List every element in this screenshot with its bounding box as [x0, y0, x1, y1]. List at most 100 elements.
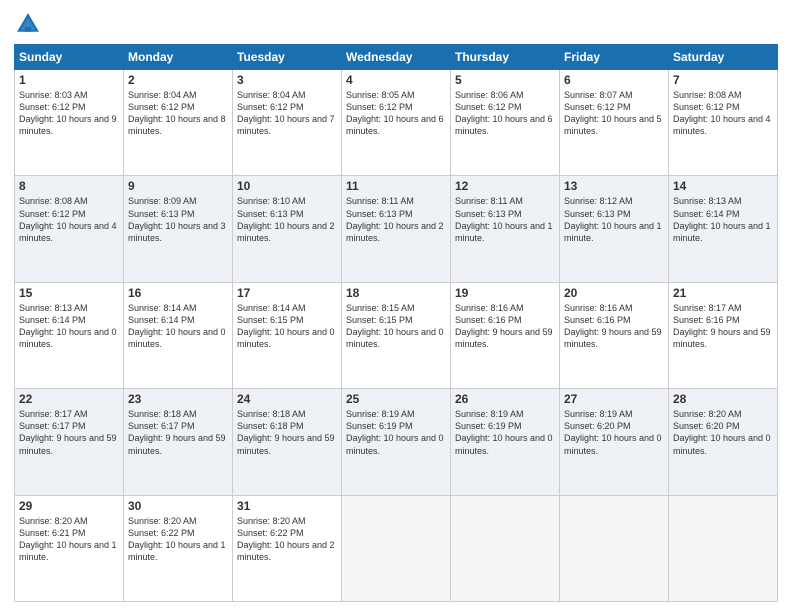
day-info: Sunrise: 8:18 AMSunset: 6:18 PMDaylight:…: [237, 408, 337, 457]
day-info: Sunrise: 8:13 AMSunset: 6:14 PMDaylight:…: [19, 302, 119, 351]
day-number: 24: [237, 392, 337, 406]
day-info: Sunrise: 8:07 AMSunset: 6:12 PMDaylight:…: [564, 89, 664, 138]
calendar-week-row: 8 Sunrise: 8:08 AMSunset: 6:12 PMDaylight…: [15, 176, 778, 282]
calendar-day-cell: [560, 495, 669, 601]
calendar-day-cell: 13Sunrise: 8:12 AMSunset: 6:13 PMDayligh…: [560, 176, 669, 282]
day-info: Sunrise: 8:15 AMSunset: 6:15 PMDaylight:…: [346, 302, 446, 351]
calendar-week-row: 29 Sunrise: 8:20 AMSunset: 6:21 PMDayligh…: [15, 495, 778, 601]
calendar-day-cell: 28Sunrise: 8:20 AMSunset: 6:20 PMDayligh…: [669, 389, 778, 495]
day-number: 15: [19, 286, 119, 300]
calendar-day-cell: 1 Sunrise: 8:03 AMSunset: 6:12 PMDaylight…: [15, 70, 124, 176]
calendar-day-cell: 29 Sunrise: 8:20 AMSunset: 6:21 PMDayligh…: [15, 495, 124, 601]
calendar-day-cell: 26 Sunrise: 8:19 AMSunset: 6:19 PMDayligh…: [451, 389, 560, 495]
day-info: Sunrise: 8:20 AMSunset: 6:20 PMDaylight:…: [673, 408, 773, 457]
calendar-day-cell: 12 Sunrise: 8:11 AMSunset: 6:13 PMDayligh…: [451, 176, 560, 282]
calendar-day-cell: 6 Sunrise: 8:07 AMSunset: 6:12 PMDaylight…: [560, 70, 669, 176]
day-info: Sunrise: 8:04 AMSunset: 6:12 PMDaylight:…: [237, 89, 337, 138]
day-info: Sunrise: 8:18 AMSunset: 6:17 PMDaylight:…: [128, 408, 228, 457]
day-of-week-header: Thursday: [451, 45, 560, 70]
calendar-week-row: 22 Sunrise: 8:17 AMSunset: 6:17 PMDayligh…: [15, 389, 778, 495]
day-number: 30: [128, 499, 228, 513]
day-of-week-header: Saturday: [669, 45, 778, 70]
calendar-day-cell: 14 Sunrise: 8:13 AMSunset: 6:14 PMDayligh…: [669, 176, 778, 282]
calendar-day-cell: 22 Sunrise: 8:17 AMSunset: 6:17 PMDayligh…: [15, 389, 124, 495]
calendar-day-cell: 31 Sunrise: 8:20 AMSunset: 6:22 PMDayligh…: [233, 495, 342, 601]
day-info: Sunrise: 8:11 AMSunset: 6:13 PMDaylight:…: [455, 195, 555, 244]
calendar-day-cell: 3 Sunrise: 8:04 AMSunset: 6:12 PMDaylight…: [233, 70, 342, 176]
day-info: Sunrise: 8:16 AMSunset: 6:16 PMDaylight:…: [564, 302, 664, 351]
day-info: Sunrise: 8:20 AMSunset: 6:22 PMDaylight:…: [128, 515, 228, 564]
day-number: 4: [346, 73, 446, 87]
day-number: 16: [128, 286, 228, 300]
day-info: Sunrise: 8:20 AMSunset: 6:21 PMDaylight:…: [19, 515, 119, 564]
day-info: Sunrise: 8:05 AMSunset: 6:12 PMDaylight:…: [346, 89, 446, 138]
day-number: 14: [673, 179, 773, 193]
day-info: Sunrise: 8:08 AMSunset: 6:12 PMDaylight:…: [19, 195, 119, 244]
day-number: 22: [19, 392, 119, 406]
day-number: 12: [455, 179, 555, 193]
calendar-day-cell: 23Sunrise: 8:18 AMSunset: 6:17 PMDayligh…: [124, 389, 233, 495]
day-number: 2: [128, 73, 228, 87]
calendar-day-cell: 17 Sunrise: 8:14 AMSunset: 6:15 PMDayligh…: [233, 282, 342, 388]
calendar: SundayMondayTuesdayWednesdayThursdayFrid…: [14, 44, 778, 602]
day-number: 11: [346, 179, 446, 193]
day-number: 7: [673, 73, 773, 87]
day-number: 6: [564, 73, 664, 87]
calendar-week-row: 15 Sunrise: 8:13 AMSunset: 6:14 PMDayligh…: [15, 282, 778, 388]
calendar-day-cell: [669, 495, 778, 601]
calendar-day-cell: 5 Sunrise: 8:06 AMSunset: 6:12 PMDaylight…: [451, 70, 560, 176]
calendar-week-row: 1 Sunrise: 8:03 AMSunset: 6:12 PMDaylight…: [15, 70, 778, 176]
day-number: 20: [564, 286, 664, 300]
day-info: Sunrise: 8:14 AMSunset: 6:15 PMDaylight:…: [237, 302, 337, 351]
day-number: 29: [19, 499, 119, 513]
day-number: 17: [237, 286, 337, 300]
day-info: Sunrise: 8:19 AMSunset: 6:19 PMDaylight:…: [346, 408, 446, 457]
day-info: Sunrise: 8:17 AMSunset: 6:16 PMDaylight:…: [673, 302, 773, 351]
day-number: 9: [128, 179, 228, 193]
calendar-day-cell: 19Sunrise: 8:16 AMSunset: 6:16 PMDayligh…: [451, 282, 560, 388]
calendar-day-cell: 21Sunrise: 8:17 AMSunset: 6:16 PMDayligh…: [669, 282, 778, 388]
day-info: Sunrise: 8:16 AMSunset: 6:16 PMDaylight:…: [455, 302, 555, 351]
calendar-day-cell: [451, 495, 560, 601]
day-number: 1: [19, 73, 119, 87]
day-info: Sunrise: 8:20 AMSunset: 6:22 PMDaylight:…: [237, 515, 337, 564]
day-of-week-header: Friday: [560, 45, 669, 70]
calendar-day-cell: [342, 495, 451, 601]
day-info: Sunrise: 8:19 AMSunset: 6:19 PMDaylight:…: [455, 408, 555, 457]
calendar-day-cell: 18Sunrise: 8:15 AMSunset: 6:15 PMDayligh…: [342, 282, 451, 388]
calendar-day-cell: 8 Sunrise: 8:08 AMSunset: 6:12 PMDaylight…: [15, 176, 124, 282]
day-number: 3: [237, 73, 337, 87]
day-info: Sunrise: 8:09 AMSunset: 6:13 PMDaylight:…: [128, 195, 228, 244]
calendar-day-cell: 11Sunrise: 8:11 AMSunset: 6:13 PMDayligh…: [342, 176, 451, 282]
day-number: 31: [237, 499, 337, 513]
day-number: 26: [455, 392, 555, 406]
day-number: 5: [455, 73, 555, 87]
day-info: Sunrise: 8:06 AMSunset: 6:12 PMDaylight:…: [455, 89, 555, 138]
day-number: 8: [19, 179, 119, 193]
day-info: Sunrise: 8:17 AMSunset: 6:17 PMDaylight:…: [19, 408, 119, 457]
day-info: Sunrise: 8:03 AMSunset: 6:12 PMDaylight:…: [19, 89, 119, 138]
calendar-day-cell: 2Sunrise: 8:04 AMSunset: 6:12 PMDaylight…: [124, 70, 233, 176]
logo-icon: [14, 10, 42, 38]
calendar-header-row: SundayMondayTuesdayWednesdayThursdayFrid…: [15, 45, 778, 70]
day-number: 25: [346, 392, 446, 406]
calendar-day-cell: 16 Sunrise: 8:14 AMSunset: 6:14 PMDayligh…: [124, 282, 233, 388]
calendar-day-cell: 27 Sunrise: 8:19 AMSunset: 6:20 PMDayligh…: [560, 389, 669, 495]
calendar-day-cell: 15 Sunrise: 8:13 AMSunset: 6:14 PMDayligh…: [15, 282, 124, 388]
logo: [14, 10, 44, 38]
calendar-day-cell: 20 Sunrise: 8:16 AMSunset: 6:16 PMDayligh…: [560, 282, 669, 388]
day-info: Sunrise: 8:10 AMSunset: 6:13 PMDaylight:…: [237, 195, 337, 244]
page: SundayMondayTuesdayWednesdayThursdayFrid…: [0, 0, 792, 612]
day-info: Sunrise: 8:14 AMSunset: 6:14 PMDaylight:…: [128, 302, 228, 351]
day-number: 10: [237, 179, 337, 193]
header: [14, 10, 778, 38]
day-of-week-header: Sunday: [15, 45, 124, 70]
day-info: Sunrise: 8:13 AMSunset: 6:14 PMDaylight:…: [673, 195, 773, 244]
calendar-day-cell: 24 Sunrise: 8:18 AMSunset: 6:18 PMDayligh…: [233, 389, 342, 495]
day-info: Sunrise: 8:19 AMSunset: 6:20 PMDaylight:…: [564, 408, 664, 457]
day-number: 13: [564, 179, 664, 193]
day-info: Sunrise: 8:08 AMSunset: 6:12 PMDaylight:…: [673, 89, 773, 138]
day-number: 27: [564, 392, 664, 406]
calendar-day-cell: 30 Sunrise: 8:20 AMSunset: 6:22 PMDayligh…: [124, 495, 233, 601]
calendar-day-cell: 10 Sunrise: 8:10 AMSunset: 6:13 PMDayligh…: [233, 176, 342, 282]
